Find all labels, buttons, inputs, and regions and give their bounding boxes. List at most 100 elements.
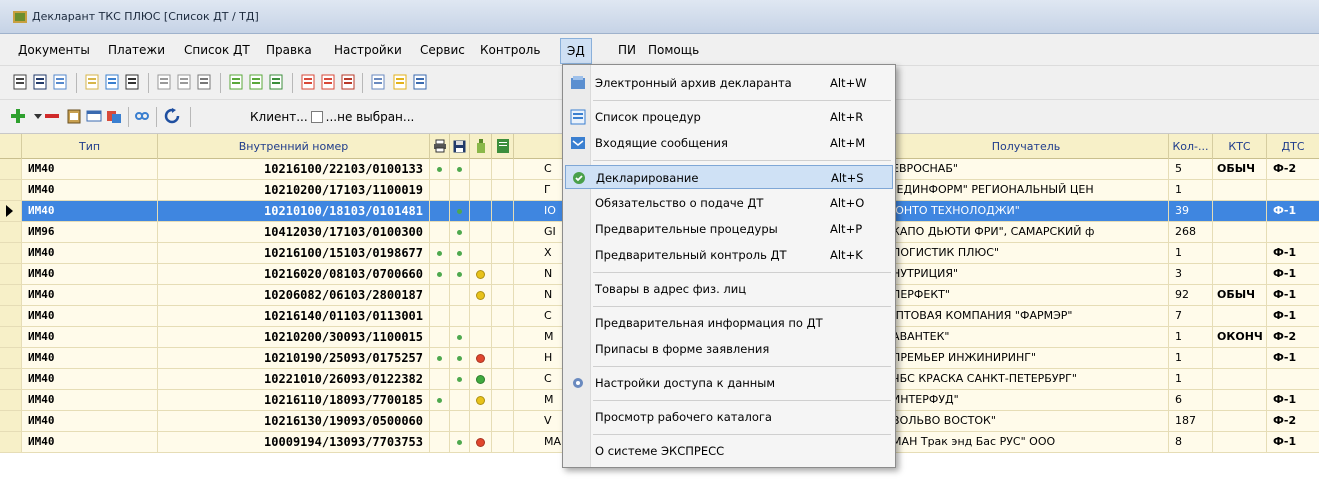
menu-item-label: Настройки доступа к данным — [595, 376, 776, 390]
doc-red-a-icon[interactable] — [300, 74, 316, 90]
cell-type: ИМ40 — [22, 411, 158, 431]
menu-item-2[interactable]: Входящие сообщения Alt+M — [565, 131, 893, 155]
column-kts[interactable]: КТС — [1213, 134, 1267, 159]
saved-mark-icon — [457, 439, 462, 445]
menu-service[interactable]: Сервис — [420, 43, 465, 57]
export-icon[interactable] — [412, 74, 428, 90]
cell-count: 92 — [1169, 285, 1213, 305]
cell-count: 1 — [1169, 369, 1213, 389]
refresh-icon[interactable] — [164, 108, 180, 124]
cell-type: ИМ40 — [22, 369, 158, 389]
menu-documents[interactable]: Документы — [18, 43, 90, 57]
menu-item-8[interactable]: Предварительная информация по ДТ — [565, 311, 893, 335]
row-header[interactable] — [0, 327, 22, 347]
menu-item-10[interactable]: Настройки доступа к данным — [565, 371, 893, 395]
cell-count: 7 — [1169, 306, 1213, 326]
cell-type: ИМ40 — [22, 159, 158, 179]
menu-item-6[interactable]: Предварительный контроль ДТ Alt+K — [565, 243, 893, 267]
row-header[interactable] — [0, 180, 22, 200]
column-type[interactable]: Тип — [22, 134, 158, 159]
menu-item-4[interactable]: Обязательство о подаче ДТ Alt+O — [565, 191, 893, 215]
clipboard-icon[interactable] — [66, 108, 82, 124]
cell-recipient: "ИНТЕРФУД" — [884, 390, 1169, 410]
menu-pi[interactable]: ПИ — [618, 43, 636, 57]
cell-internal-number: 10216140/01103/0113001 — [158, 306, 430, 326]
row-header[interactable] — [0, 264, 22, 284]
menu-settings[interactable]: Настройки — [334, 43, 402, 57]
menu-dt-list[interactable]: Список ДТ — [184, 43, 250, 57]
row-header[interactable] — [0, 243, 22, 263]
menu-payments[interactable]: Платежи — [108, 43, 165, 57]
row-header[interactable] — [0, 306, 22, 326]
menu-item-9[interactable]: Припасы в форме заявления — [565, 337, 893, 361]
doc-green-a-icon[interactable] — [228, 74, 244, 90]
cell-recipient: "МАН Трак энд Бас РУС" ООО — [884, 432, 1169, 452]
print-icon[interactable] — [12, 74, 28, 90]
menu-item-3[interactable]: Декларирование Alt+S — [565, 165, 893, 189]
row-header[interactable] — [0, 390, 22, 410]
menu-help[interactable]: Помощь — [648, 43, 699, 57]
menu-item-1[interactable]: Список процедур Alt+R — [565, 105, 893, 129]
cell-kts — [1213, 390, 1267, 410]
doc-stack-icon[interactable] — [196, 74, 212, 90]
doc-a-icon[interactable] — [156, 74, 172, 90]
menu-item-11[interactable]: Просмотр рабочего каталога — [565, 405, 893, 429]
declare-icon — [573, 172, 585, 184]
row-header[interactable] — [0, 369, 22, 389]
add-icon[interactable] — [10, 108, 26, 124]
cell-doc-flag — [492, 243, 514, 263]
row-header[interactable] — [0, 201, 22, 221]
doc-red-b-icon[interactable] — [320, 74, 336, 90]
copy-icon[interactable] — [370, 74, 386, 90]
menu-control[interactable]: Контроль — [480, 43, 540, 57]
coin-icon[interactable] — [392, 74, 408, 90]
table-edit-icon[interactable] — [86, 108, 102, 124]
cell-internal-number: 10216020/08103/0700660 — [158, 264, 430, 284]
menu-item-5[interactable]: Предварительные процедуры Alt+P — [565, 217, 893, 241]
cell-type: ИМ40 — [22, 180, 158, 200]
row-header[interactable] — [0, 159, 22, 179]
cell-count: 1 — [1169, 243, 1213, 263]
menu-item-12[interactable]: О системе ЭКСПРЕСС — [565, 439, 893, 463]
remove-icon[interactable] — [44, 108, 60, 124]
column-internal-number[interactable]: Внутренний номер — [158, 134, 430, 159]
menu-item-7[interactable]: Товары в адрес физ. лиц — [565, 277, 893, 301]
doc-yellow-icon[interactable] — [84, 74, 100, 90]
doc-green-stack-icon[interactable] — [268, 74, 284, 90]
column-dts[interactable]: ДТС — [1267, 134, 1319, 159]
cell-recipient: "АВАНТЕК" — [884, 327, 1169, 347]
row-header[interactable] — [0, 432, 22, 452]
row-header[interactable] — [0, 411, 22, 431]
preview-icon[interactable] — [52, 74, 68, 90]
column-count[interactable]: Кол-... — [1169, 134, 1213, 159]
column-flag[interactable] — [470, 134, 492, 159]
title-bar: Декларант ТКС ПЛЮС [Список ДТ / ТД] — [0, 0, 1319, 34]
printed-mark-icon — [437, 355, 442, 361]
row-header[interactable] — [0, 348, 22, 368]
client-filter[interactable]: Клиент... ...не выбран... — [250, 110, 414, 124]
find-icon[interactable] — [124, 74, 140, 90]
menu-edit[interactable]: Правка — [266, 43, 312, 57]
client-checkbox[interactable] — [310, 111, 323, 123]
doc-green-b-icon[interactable] — [248, 74, 264, 90]
cell-print-flag — [430, 369, 450, 389]
row-header[interactable] — [0, 285, 22, 305]
cell-print-flag — [430, 327, 450, 347]
doc-b-icon[interactable] — [176, 74, 192, 90]
links-icon[interactable] — [134, 108, 150, 124]
row-header[interactable] — [0, 222, 22, 242]
cell-count: 5 — [1169, 159, 1213, 179]
column-recipient[interactable]: Получатель — [884, 134, 1169, 159]
menu-ed[interactable]: ЭД — [560, 38, 592, 64]
transfer-icon[interactable] — [106, 108, 122, 124]
tree-icon[interactable] — [104, 74, 120, 90]
cell-kts — [1213, 411, 1267, 431]
column-print[interactable] — [430, 134, 450, 159]
save-icon[interactable] — [32, 74, 48, 90]
doc-red-stack-icon[interactable] — [340, 74, 356, 90]
menu-item-0[interactable]: Электронный архив декларанта Alt+W — [565, 71, 893, 95]
column-save[interactable] — [450, 134, 470, 159]
column-doc[interactable] — [492, 134, 514, 159]
cell-print-flag — [430, 432, 450, 452]
toolbar-separator — [220, 73, 221, 93]
